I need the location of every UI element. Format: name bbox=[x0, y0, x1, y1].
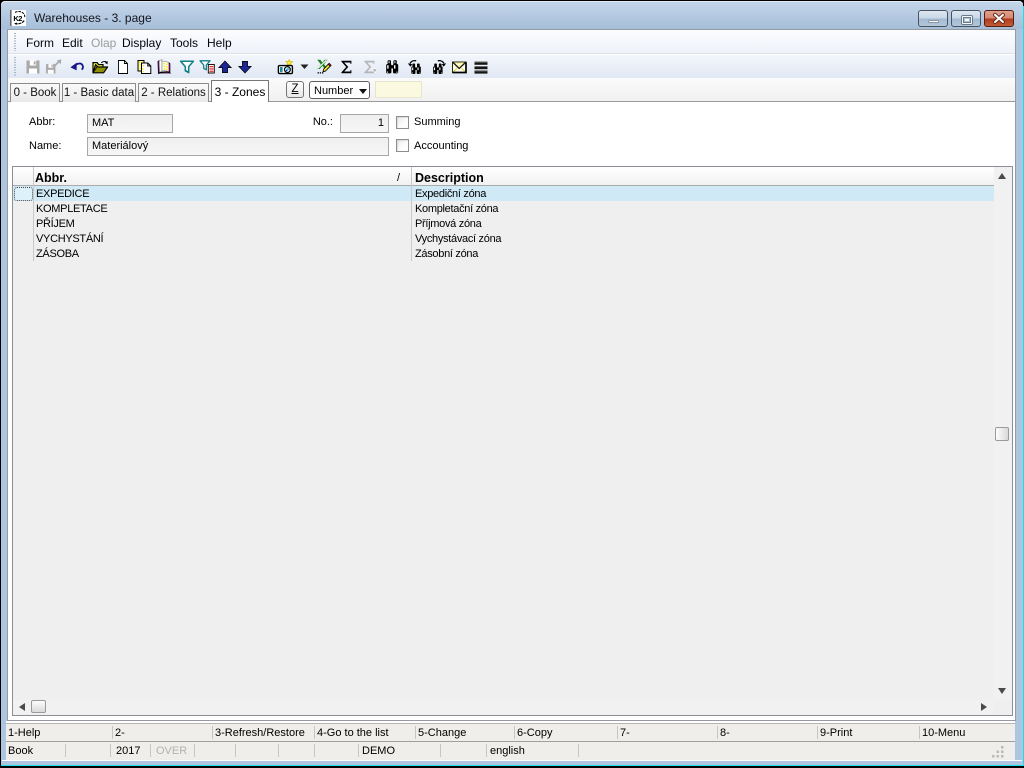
svg-text:K2: K2 bbox=[13, 14, 22, 23]
